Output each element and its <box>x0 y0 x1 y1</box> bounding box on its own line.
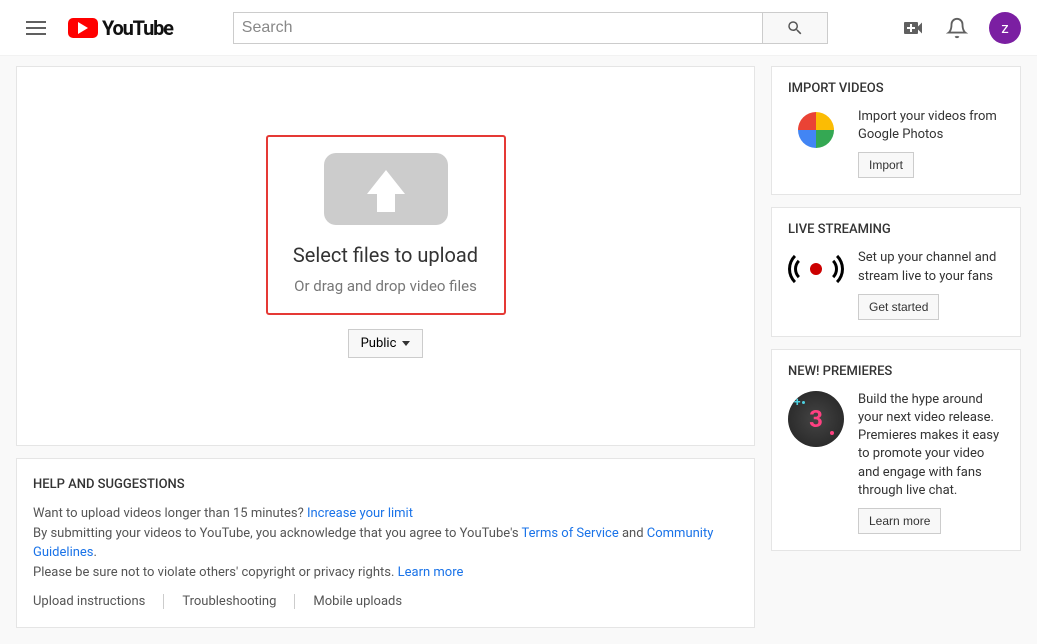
privacy-label: Public <box>361 336 397 351</box>
youtube-play-icon <box>68 18 98 38</box>
video-plus-icon <box>901 16 925 40</box>
menu-button[interactable] <box>16 8 56 48</box>
help-line-1: Want to upload videos longer than 15 min… <box>33 504 738 524</box>
live-text: Set up your channel and stream live to y… <box>858 249 1004 285</box>
side-column: IMPORT VIDEOS Import your videos from Go… <box>771 66 1021 628</box>
import-button[interactable]: Import <box>858 152 914 178</box>
import-title: IMPORT VIDEOS <box>788 81 1004 96</box>
help-line-2: By submitting your videos to YouTube, yo… <box>33 524 738 563</box>
tos-link[interactable]: Terms of Service <box>522 526 619 541</box>
youtube-logo[interactable]: YouTube <box>68 16 173 40</box>
live-stream-icon <box>788 249 844 289</box>
search-form <box>233 12 828 44</box>
upload-select-text: Select files to upload <box>293 243 478 267</box>
learn-more-link[interactable]: Learn more <box>398 565 464 580</box>
mobile-uploads-link[interactable]: Mobile uploads <box>295 594 420 609</box>
import-text: Import your videos from Google Photos <box>858 108 1004 144</box>
premieres-text: Build the hype around your next video re… <box>858 391 1004 500</box>
upload-arrow-icon <box>324 153 448 225</box>
upload-drag-text: Or drag and drop video files <box>294 277 477 295</box>
get-started-button[interactable]: Get started <box>858 294 939 320</box>
live-title: LIVE STREAMING <box>788 222 1004 237</box>
upload-dropzone[interactable]: Select files to upload Or drag and drop … <box>266 135 506 315</box>
premieres-card: NEW! PREMIERES + 3 Build the hype around… <box>771 349 1021 551</box>
increase-limit-link[interactable]: Increase your limit <box>307 506 413 521</box>
privacy-dropdown[interactable]: Public <box>348 329 424 358</box>
notifications-button[interactable] <box>945 16 969 40</box>
help-line-3: Please be sure not to violate others' co… <box>33 563 738 583</box>
search-button[interactable] <box>763 12 828 44</box>
help-title: HELP AND SUGGESTIONS <box>33 477 738 492</box>
main-column: Select files to upload Or drag and drop … <box>16 66 755 628</box>
import-videos-card: IMPORT VIDEOS Import your videos from Go… <box>771 66 1021 195</box>
bell-icon <box>946 17 968 39</box>
search-input[interactable] <box>233 12 763 44</box>
live-streaming-card: LIVE STREAMING Set up your channel and s… <box>771 207 1021 336</box>
premieres-learn-more-button[interactable]: Learn more <box>858 508 941 534</box>
logo-text: YouTube <box>102 16 173 40</box>
header-actions: z <box>901 12 1021 44</box>
troubleshooting-link[interactable]: Troubleshooting <box>164 594 295 609</box>
caret-down-icon <box>402 341 410 346</box>
content: Select files to upload Or drag and drop … <box>0 56 1037 644</box>
header: YouTube z <box>0 0 1037 56</box>
google-photos-icon <box>788 108 844 152</box>
premieres-icon: + 3 <box>788 391 844 447</box>
upload-card: Select files to upload Or drag and drop … <box>16 66 755 446</box>
create-video-button[interactable] <box>901 16 925 40</box>
help-footer-links: Upload instructions Troubleshooting Mobi… <box>33 594 738 609</box>
search-icon <box>786 19 804 37</box>
premieres-title: NEW! PREMIERES <box>788 364 1004 379</box>
account-avatar[interactable]: z <box>989 12 1021 44</box>
hamburger-icon <box>26 21 46 35</box>
help-card: HELP AND SUGGESTIONS Want to upload vide… <box>16 458 755 628</box>
upload-instructions-link[interactable]: Upload instructions <box>33 594 164 609</box>
avatar-letter: z <box>1001 19 1008 37</box>
